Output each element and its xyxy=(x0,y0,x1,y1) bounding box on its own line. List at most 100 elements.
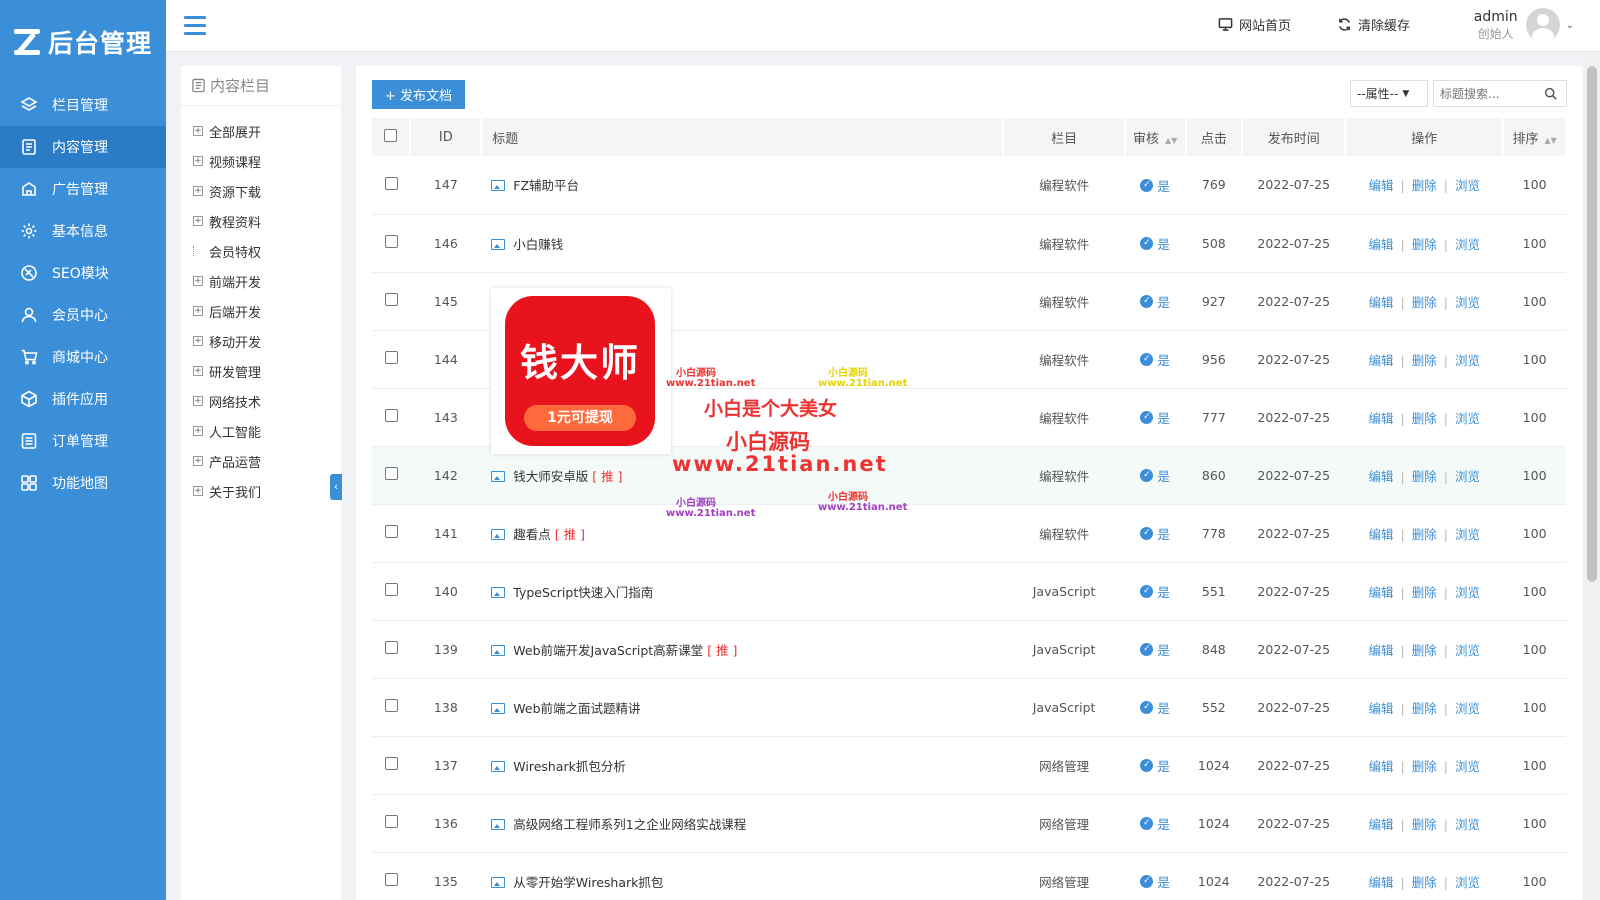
user-menu[interactable]: admin 创始人 ⌄ xyxy=(1474,8,1574,42)
audit-status[interactable]: ✓ 是 xyxy=(1140,698,1170,717)
delete-link[interactable]: 删除 xyxy=(1412,469,1437,484)
delete-link[interactable]: 删除 xyxy=(1412,585,1437,600)
expand-plus-icon[interactable]: + xyxy=(193,426,203,436)
edit-link[interactable]: 编辑 xyxy=(1369,585,1394,600)
row-checkbox[interactable] xyxy=(384,699,398,712)
row-title[interactable]: 趣看点 xyxy=(513,527,551,542)
category-item[interactable]: + 教程资料 xyxy=(181,206,341,236)
chevron-down-icon[interactable]: ⌄ xyxy=(1566,20,1574,31)
sidebar-item-3[interactable]: 基本信息 xyxy=(0,210,166,252)
sidebar-item-5[interactable]: 会员中心 xyxy=(0,294,166,336)
logo[interactable]: 后台管理 xyxy=(0,0,166,84)
category-item[interactable]: + 资源下载 xyxy=(181,176,341,206)
category-item[interactable]: + 产品运营 xyxy=(181,446,341,476)
row-checkbox[interactable] xyxy=(384,815,398,828)
audit-status[interactable]: ✓ 是 xyxy=(1140,640,1170,659)
page-scrollbar[interactable] xyxy=(1584,52,1600,900)
row-checkbox[interactable] xyxy=(384,176,398,190)
row-sort[interactable]: 100 xyxy=(1503,678,1566,737)
edit-link[interactable]: 编辑 xyxy=(1369,178,1394,193)
expand-plus-icon[interactable]: + xyxy=(193,396,203,406)
row-sort[interactable]: 100 xyxy=(1503,504,1566,563)
delete-link[interactable]: 删除 xyxy=(1412,759,1437,774)
audit-status[interactable]: ✓ 是 xyxy=(1140,466,1170,485)
sidebar-item-7[interactable]: 插件应用 xyxy=(0,378,166,420)
delete-link[interactable]: 删除 xyxy=(1412,527,1437,542)
delete-link[interactable]: 删除 xyxy=(1412,875,1437,890)
expand-plus-icon[interactable]: + xyxy=(193,126,203,136)
edit-link[interactable]: 编辑 xyxy=(1369,295,1394,310)
header-sort[interactable]: 排序 ▲▼ xyxy=(1503,118,1567,156)
delete-link[interactable]: 删除 xyxy=(1412,643,1437,658)
delete-link[interactable]: 删除 xyxy=(1412,237,1437,252)
view-link[interactable]: 浏览 xyxy=(1455,701,1480,716)
row-sort[interactable]: 100 xyxy=(1503,388,1566,447)
expand-plus-icon[interactable]: + xyxy=(193,486,203,496)
delete-link[interactable]: 删除 xyxy=(1412,353,1437,368)
header-audit[interactable]: 审核 ▲▼ xyxy=(1124,118,1187,156)
view-link[interactable]: 浏览 xyxy=(1455,643,1480,658)
view-link[interactable]: 浏览 xyxy=(1455,178,1480,193)
view-link[interactable]: 浏览 xyxy=(1455,875,1480,890)
attribute-select[interactable]: --属性-- ▼ xyxy=(1350,80,1428,107)
edit-link[interactable]: 编辑 xyxy=(1369,643,1394,658)
row-sort[interactable]: 100 xyxy=(1503,562,1566,621)
row-title[interactable]: Web前端开发JavaScript高薪课堂 xyxy=(513,643,703,658)
edit-link[interactable]: 编辑 xyxy=(1369,353,1394,368)
expand-plus-icon[interactable]: + xyxy=(193,306,203,316)
row-sort[interactable]: 100 xyxy=(1503,736,1566,795)
view-link[interactable]: 浏览 xyxy=(1455,759,1480,774)
row-checkbox[interactable] xyxy=(384,235,398,248)
audit-status[interactable]: ✓ 是 xyxy=(1140,350,1170,369)
row-sort[interactable]: 100 xyxy=(1503,852,1566,900)
edit-link[interactable]: 编辑 xyxy=(1369,875,1394,890)
category-item[interactable]: + 移动开发 xyxy=(181,326,341,356)
row-title[interactable]: Wireshark抓包分析 xyxy=(513,759,626,774)
edit-link[interactable]: 编辑 xyxy=(1369,527,1394,542)
publish-button[interactable]: + 发布文档 xyxy=(372,80,465,109)
category-item[interactable]: + 前端开发 xyxy=(181,266,341,296)
expand-plus-icon[interactable]: + xyxy=(193,276,203,286)
category-item[interactable]: + 后端开发 xyxy=(181,296,341,326)
audit-status[interactable]: ✓ 是 xyxy=(1140,408,1170,427)
row-title[interactable]: Web前端之面试题精讲 xyxy=(513,701,640,716)
view-link[interactable]: 浏览 xyxy=(1455,237,1480,252)
row-checkbox[interactable] xyxy=(384,293,398,306)
expand-plus-icon[interactable]: + xyxy=(193,216,203,226)
audit-status[interactable]: ✓ 是 xyxy=(1140,756,1170,775)
edit-link[interactable]: 编辑 xyxy=(1369,759,1394,774)
delete-link[interactable]: 删除 xyxy=(1412,295,1437,310)
scrollbar-thumb[interactable] xyxy=(1587,66,1597,582)
delete-link[interactable]: 删除 xyxy=(1412,701,1437,716)
row-title[interactable]: FZ辅助平台 xyxy=(513,178,579,193)
menu-toggle-button[interactable] xyxy=(184,16,206,36)
view-link[interactable]: 浏览 xyxy=(1455,295,1480,310)
edit-link[interactable]: 编辑 xyxy=(1369,817,1394,832)
search-icon[interactable] xyxy=(1544,87,1557,100)
view-link[interactable]: 浏览 xyxy=(1455,353,1480,368)
category-item[interactable]: + 网络技术 xyxy=(181,386,341,416)
row-title[interactable]: 小白赚钱 xyxy=(513,237,563,252)
expand-plus-icon[interactable]: + xyxy=(193,186,203,196)
view-link[interactable]: 浏览 xyxy=(1455,817,1480,832)
view-link[interactable]: 浏览 xyxy=(1455,585,1480,600)
delete-link[interactable]: 删除 xyxy=(1412,817,1437,832)
row-sort[interactable]: 100 xyxy=(1503,214,1566,273)
view-link[interactable]: 浏览 xyxy=(1455,527,1480,542)
row-title[interactable]: 钱大师安卓版 xyxy=(513,469,588,484)
sidebar-item-2[interactable]: 广告管理 xyxy=(0,168,166,210)
edit-link[interactable]: 编辑 xyxy=(1369,411,1394,426)
row-checkbox[interactable] xyxy=(384,641,398,654)
category-item[interactable]: + 全部展开 xyxy=(181,116,341,146)
sidebar-item-8[interactable]: 订单管理 xyxy=(0,420,166,462)
sidebar-item-1[interactable]: 内容管理 xyxy=(0,126,166,168)
row-sort[interactable]: 100 xyxy=(1503,156,1566,215)
audit-status[interactable]: ✓ 是 xyxy=(1140,176,1170,195)
audit-status[interactable]: ✓ 是 xyxy=(1140,524,1170,543)
row-sort[interactable]: 100 xyxy=(1503,330,1566,389)
delete-link[interactable]: 删除 xyxy=(1412,178,1437,193)
row-sort[interactable]: 100 xyxy=(1503,794,1566,853)
edit-link[interactable]: 编辑 xyxy=(1369,701,1394,716)
audit-status[interactable]: ✓ 是 xyxy=(1140,872,1170,891)
sidebar-item-0[interactable]: 栏目管理 xyxy=(0,84,166,126)
